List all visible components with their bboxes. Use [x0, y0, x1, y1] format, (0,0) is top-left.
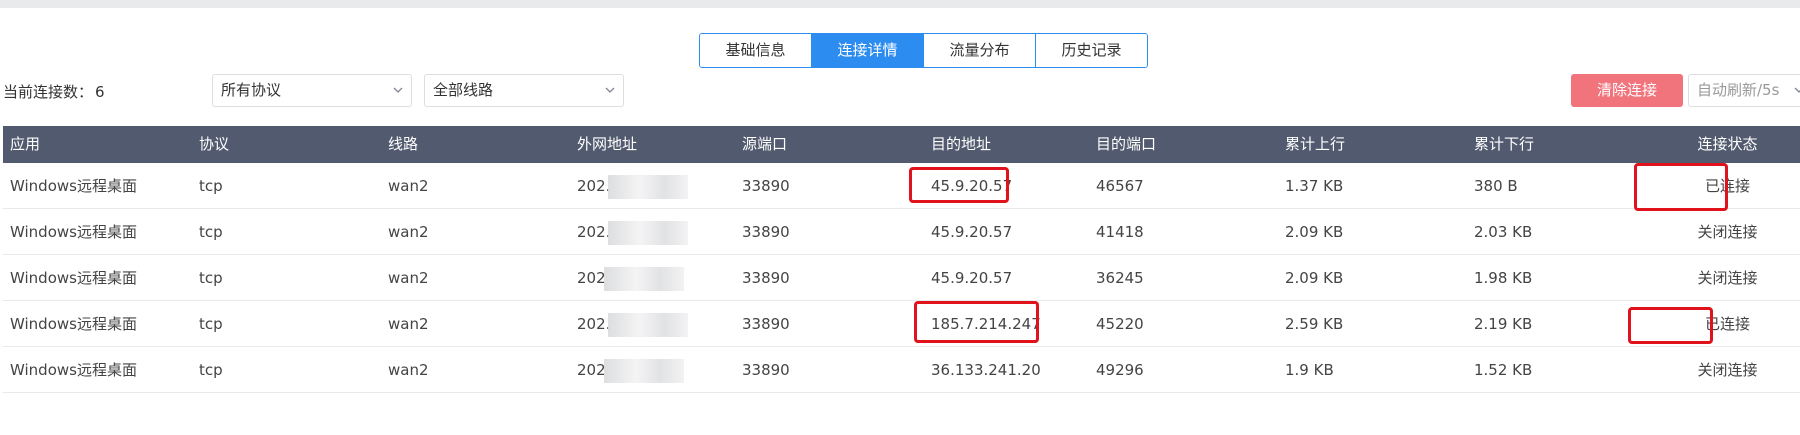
table-header: 应用 协议 线路 外网地址 源端口 目的地址 目的端口 累计上行 累计下行 连接…	[3, 126, 1800, 163]
cell-dst-ip: 45.9.20.57	[931, 223, 1013, 241]
cell-upload: 2.09 KB	[1285, 223, 1344, 241]
cell-wan-ip: 202	[570, 255, 735, 300]
cell-dst-port: 45220	[1096, 315, 1144, 333]
redacted-blur	[608, 220, 689, 245]
header-upload: 累计上行	[1285, 135, 1346, 153]
redacted-blur	[603, 358, 684, 383]
cell-app: Windows远程桌面	[10, 361, 137, 379]
cell-status: 关闭连接	[1697, 361, 1758, 379]
header-dst-ip: 目的地址	[931, 135, 992, 153]
tab-history[interactable]: 历史记录	[1036, 34, 1147, 67]
header-line: 线路	[388, 135, 419, 153]
auto-refresh-select[interactable]: 自动刷新/5s	[1688, 74, 1800, 107]
cell-protocol: tcp	[199, 269, 223, 287]
redacted-blur	[603, 266, 684, 291]
connection-count-value: 6	[95, 83, 105, 101]
cell-status: 关闭连接	[1697, 223, 1758, 241]
cell-line: wan2	[388, 361, 429, 379]
cell-protocol: tcp	[199, 361, 223, 379]
cell-dst-port: 49296	[1096, 361, 1144, 379]
cell-app: Windows远程桌面	[10, 177, 137, 195]
cell-src-port: 33890	[742, 361, 790, 379]
tab-connection-details[interactable]: 连接详情	[812, 34, 924, 67]
cell-download: 2.03 KB	[1474, 223, 1533, 241]
tab-basic-info[interactable]: 基础信息	[700, 34, 812, 67]
connections-table: 应用 协议 线路 外网地址 源端口 目的地址 目的端口 累计上行 累计下行 连接…	[3, 126, 1800, 393]
cell-app: Windows远程桌面	[10, 315, 137, 333]
cell-line: wan2	[388, 269, 429, 287]
cell-dst-port: 36245	[1096, 269, 1144, 287]
cell-status: 关闭连接	[1697, 269, 1758, 287]
table-row: Windows远程桌面 tcp wan2 202. 33890 185.7.21…	[3, 301, 1800, 347]
cell-download: 380 B	[1474, 177, 1518, 195]
cell-wan-ip: 202	[570, 347, 735, 392]
header-dst-port: 目的端口	[1096, 135, 1157, 153]
top-bar	[0, 0, 1800, 8]
redacted-blur	[608, 174, 689, 199]
cell-app: Windows远程桌面	[10, 269, 137, 287]
header-protocol: 协议	[199, 135, 230, 153]
cell-dst-port: 46567	[1096, 177, 1144, 195]
cell-line: wan2	[388, 315, 429, 333]
cell-upload: 1.9 KB	[1285, 361, 1334, 379]
table-row: Windows远程桌面 tcp wan2 202. 33890 45.9.20.…	[3, 163, 1800, 209]
cell-download: 1.98 KB	[1474, 269, 1533, 287]
tab-traffic-distribution[interactable]: 流量分布	[924, 34, 1036, 67]
connection-count-label: 当前连接数：	[3, 83, 94, 101]
header-app: 应用	[10, 135, 41, 153]
header-wan-ip: 外网地址	[577, 135, 638, 153]
cell-protocol: tcp	[199, 315, 223, 333]
tab-group: 基础信息 连接详情 流量分布 历史记录	[699, 33, 1148, 68]
protocol-select[interactable]: 所有协议	[212, 74, 412, 107]
cell-wan-ip: 202.	[570, 301, 735, 346]
clear-connections-button[interactable]: 清除连接	[1571, 74, 1683, 107]
cell-protocol: tcp	[199, 177, 223, 195]
cell-protocol: tcp	[199, 223, 223, 241]
line-select[interactable]: 全部线路	[424, 74, 624, 107]
cell-status: 已连接	[1704, 315, 1750, 333]
table-row: Windows远程桌面 tcp wan2 202 33890 45.9.20.5…	[3, 255, 1800, 301]
cell-upload: 1.37 KB	[1285, 177, 1344, 195]
line-select-value: 全部线路	[433, 81, 494, 99]
cell-src-port: 33890	[742, 223, 790, 241]
cell-src-port: 33890	[742, 315, 790, 333]
chevron-down-icon	[393, 87, 403, 93]
cell-wan-ip: 202.	[570, 163, 735, 208]
cell-dst-ip: 45.9.20.57	[931, 269, 1013, 287]
chevron-down-icon	[1794, 87, 1800, 93]
auto-refresh-value: 自动刷新/5s	[1697, 81, 1780, 99]
cell-line: wan2	[388, 223, 429, 241]
connection-count: 当前连接数： 6	[3, 81, 105, 102]
protocol-select-value: 所有协议	[221, 81, 282, 99]
chevron-down-icon	[605, 87, 615, 93]
header-src-port: 源端口	[742, 135, 788, 153]
header-download: 累计下行	[1474, 135, 1535, 153]
cell-upload: 2.59 KB	[1285, 315, 1344, 333]
cell-wan-ip: 202.	[570, 209, 735, 254]
cell-status: 已连接	[1704, 177, 1750, 195]
cell-dst-port: 41418	[1096, 223, 1144, 241]
cell-src-port: 33890	[742, 177, 790, 195]
cell-download: 2.19 KB	[1474, 315, 1533, 333]
cell-src-port: 33890	[742, 269, 790, 287]
cell-download: 1.52 KB	[1474, 361, 1533, 379]
redacted-blur	[608, 312, 689, 337]
table-row: Windows远程桌面 tcp wan2 202. 33890 45.9.20.…	[3, 209, 1800, 255]
header-status: 连接状态	[1697, 135, 1758, 153]
table-row: Windows远程桌面 tcp wan2 202 33890 36.133.24…	[3, 347, 1800, 393]
cell-dst-ip: 185.7.214.247	[931, 315, 1041, 333]
cell-dst-ip: 45.9.20.57	[931, 177, 1013, 195]
cell-upload: 2.09 KB	[1285, 269, 1344, 287]
cell-line: wan2	[388, 177, 429, 195]
cell-dst-ip: 36.133.241.20	[931, 361, 1041, 379]
cell-app: Windows远程桌面	[10, 223, 137, 241]
